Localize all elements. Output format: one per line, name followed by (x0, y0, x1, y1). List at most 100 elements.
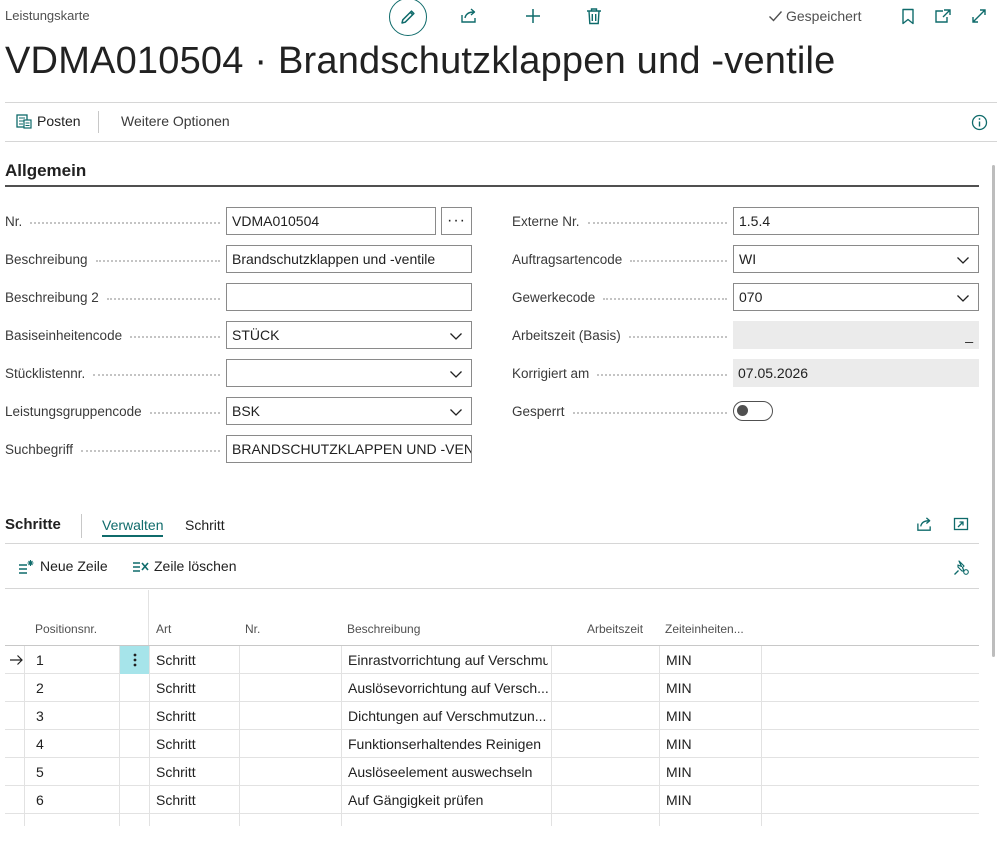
divider (5, 102, 997, 103)
table-row[interactable]: 5 Schritt Auslöseelement auswechseln MIN (5, 758, 979, 786)
cell-art[interactable]: Schritt (156, 674, 237, 702)
tab-verwalten[interactable]: Verwalten (102, 517, 164, 537)
cell-zeiteinheit[interactable]: MIN (666, 758, 759, 786)
cell-arbeitszeit[interactable] (557, 786, 657, 814)
cell-divider (341, 786, 342, 814)
cell-arbeitszeit[interactable] (557, 702, 657, 730)
cell-divider (761, 730, 762, 758)
divider (5, 543, 979, 544)
cell-nr[interactable] (246, 730, 339, 758)
cell-divider (239, 786, 240, 814)
row-actions-button[interactable] (120, 646, 149, 674)
chevron-down-icon (450, 409, 462, 416)
cell-positionsnr[interactable]: 1 (36, 646, 117, 674)
column-header-zeiteinheiten[interactable]: Zeiteinheiten... (665, 622, 744, 636)
cell-nr[interactable] (246, 786, 339, 814)
new-button[interactable] (522, 0, 544, 32)
share-button[interactable] (458, 0, 480, 32)
table-row[interactable]: 6 Schritt Auf Gängigkeit prüfen MIN (5, 786, 979, 814)
cell-zeiteinheit[interactable]: MIN (666, 730, 759, 758)
cell-divider (119, 814, 120, 826)
cell-divider (551, 786, 552, 814)
bookmark-icon (902, 8, 914, 24)
nr-input[interactable]: VDMA010504 (226, 207, 436, 235)
cell-positionsnr[interactable]: 2 (36, 674, 117, 702)
gewerkecode-select[interactable]: 070 (733, 283, 979, 311)
cell-zeiteinheit[interactable]: MIN (666, 786, 759, 814)
cell-art[interactable]: Schritt (156, 702, 237, 730)
chevron-down-icon (957, 295, 969, 302)
column-header-nr[interactable]: Nr. (245, 622, 260, 636)
cell-arbeitszeit[interactable] (557, 646, 657, 674)
cell-beschreibung[interactable]: Einrastvorrichtung auf Verschmut (348, 646, 548, 674)
cell-nr[interactable] (246, 674, 339, 702)
cell-positionsnr[interactable]: 4 (36, 730, 117, 758)
cell-arbeitszeit[interactable] (557, 758, 657, 786)
table-row[interactable]: 4 Schritt Funktionserhaltendes Reinigen MIN (5, 730, 979, 758)
cell-nr[interactable] (246, 758, 339, 786)
cell-art[interactable]: Schritt (156, 646, 237, 674)
cell-beschreibung[interactable]: Dichtungen auf Verschmutzun... (348, 702, 548, 730)
basiseinheitencode-select[interactable]: STÜCK (226, 321, 472, 349)
column-header-positionsnr[interactable]: Positionsnr. (35, 622, 97, 636)
beschreibung-input[interactable]: Brandschutzklappen und -ventile (226, 245, 472, 273)
cell-beschreibung[interactable]: Auslösevorrichtung auf Versch... (348, 674, 548, 702)
cell-nr[interactable] (246, 702, 339, 730)
field-label-gewerkecode: Gewerkecode (512, 283, 733, 311)
cell-art[interactable]: Schritt (156, 758, 237, 786)
auftragsartencode-select[interactable]: WI (733, 245, 979, 273)
new-line-button[interactable]: Neue Zeile (18, 558, 108, 574)
cell-beschreibung[interactable]: Auf Gängigkeit prüfen (348, 786, 548, 814)
cell-divider (149, 674, 150, 702)
cell-divider (341, 758, 342, 786)
column-header-art[interactable]: Art (156, 622, 171, 636)
cell-arbeitszeit[interactable] (557, 730, 657, 758)
subpage-share-button[interactable] (914, 514, 934, 534)
cell-positionsnr[interactable]: 3 (36, 702, 117, 730)
gesperrt-toggle[interactable] (733, 401, 773, 421)
delete-line-button[interactable]: Zeile löschen (132, 558, 237, 574)
cell-zeiteinheit[interactable]: MIN (666, 702, 759, 730)
cell-nr[interactable] (246, 646, 339, 674)
externe-nr-input[interactable]: 1.5.4 (733, 207, 979, 235)
cell-arbeitszeit[interactable] (557, 674, 657, 702)
beschreibung-2-input[interactable] (226, 283, 472, 311)
edit-button[interactable] (389, 0, 427, 36)
subpage-expand-button[interactable] (951, 514, 971, 534)
personalize-button[interactable] (951, 557, 971, 577)
info-button[interactable] (969, 112, 989, 132)
delete-button[interactable] (583, 0, 605, 32)
subpage-title: Schritte (5, 516, 61, 533)
cell-positionsnr[interactable]: 5 (36, 758, 117, 786)
table-row[interactable]: 1 Schritt Einrastvorrichtung auf Verschmut… (5, 646, 979, 674)
stuecklistennr-select[interactable] (226, 359, 472, 387)
open-new-window-button[interactable] (933, 0, 953, 32)
vertical-scrollbar[interactable] (992, 165, 995, 657)
table-row[interactable]: 2 Schritt Auslösevorrichtung auf Versch...… (5, 674, 979, 702)
cell-zeiteinheit[interactable]: MIN (666, 674, 759, 702)
divider (5, 141, 997, 142)
cell-beschreibung[interactable]: Funktionserhaltendes Reinigen (348, 730, 548, 758)
cell-zeiteinheit[interactable]: MIN (666, 646, 759, 674)
suchbegriff-input[interactable]: BRANDSCHUTZKLAPPEN UND -VENTI (226, 435, 472, 463)
bookmark-button[interactable] (898, 0, 918, 32)
cell-divider (119, 702, 120, 730)
cell-divider (659, 814, 660, 826)
column-header-beschreibung[interactable]: Beschreibung (347, 622, 420, 636)
cell-divider (149, 730, 150, 758)
more-options-button[interactable]: Weitere Optionen (121, 113, 230, 129)
expand-button[interactable] (969, 0, 989, 32)
cell-positionsnr[interactable]: 6 (36, 786, 117, 814)
leistungsgruppencode-select[interactable]: BSK (226, 397, 472, 425)
cell-art[interactable]: Schritt (156, 730, 237, 758)
nr-lookup-button[interactable]: ··· (441, 207, 472, 235)
cell-divider (239, 646, 240, 674)
cell-art[interactable]: Schritt (156, 786, 237, 814)
table-row[interactable]: 3 Schritt Dichtungen auf Verschmutzun... MI… (5, 702, 979, 730)
column-header-arbeitszeit[interactable]: Arbeitszeit (587, 622, 643, 636)
tab-schritt[interactable]: Schritt (185, 517, 225, 533)
posten-button[interactable]: Posten (16, 113, 81, 129)
cell-beschreibung[interactable]: Auslöseelement auswechseln (348, 758, 548, 786)
cell-divider (761, 702, 762, 730)
cell-divider (239, 674, 240, 702)
